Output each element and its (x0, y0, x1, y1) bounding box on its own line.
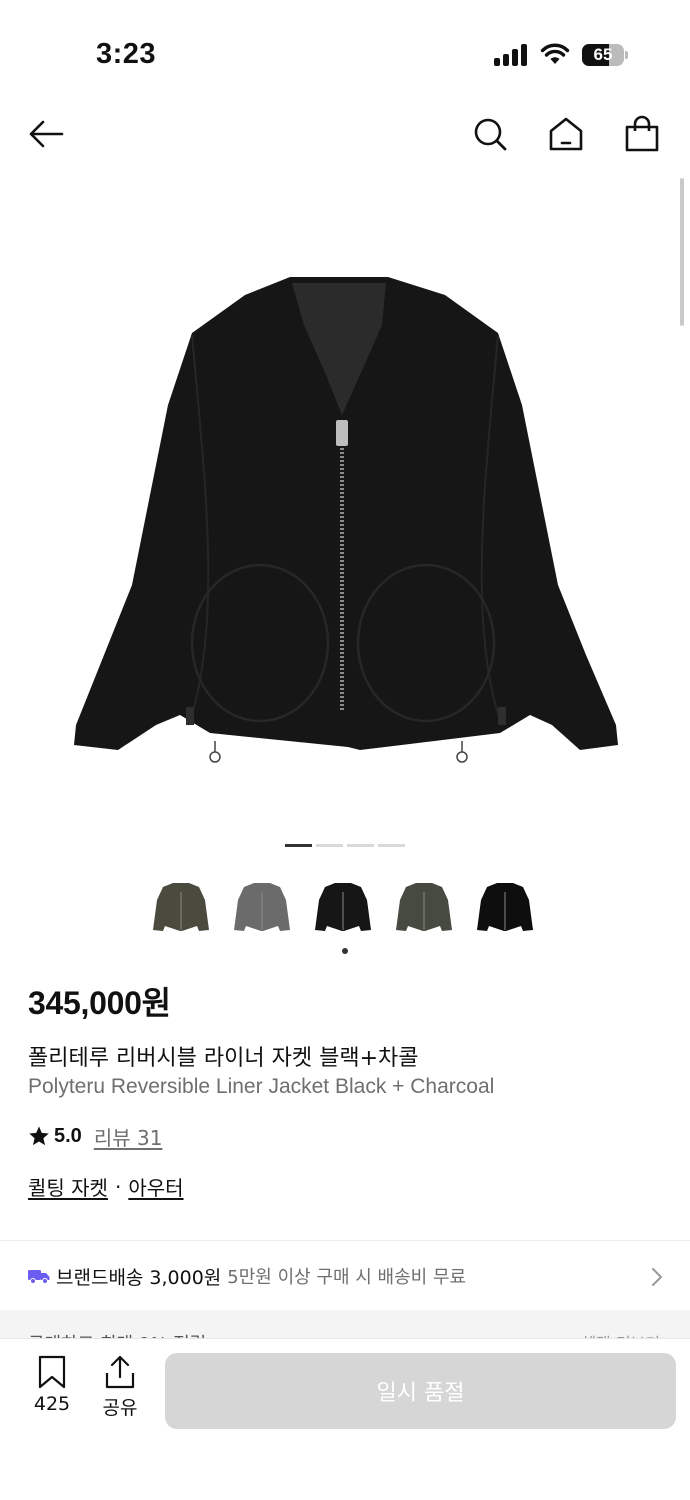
category-breadcrumb: 퀼팅 자켓 · 아우터 (28, 1172, 184, 1201)
carousel-segment (316, 844, 343, 847)
olive-jacket-thumb[interactable] (150, 876, 212, 938)
carousel-segment (347, 844, 374, 847)
jacket-thumb-icon (315, 883, 371, 931)
shipping-fee: 3,000원 (149, 1266, 222, 1289)
jacket-icon (74, 277, 618, 763)
shipping-brand-label: 브랜드배송 (56, 1266, 144, 1289)
category-link-quilted-jacket[interactable]: 퀼팅 자켓 (28, 1172, 108, 1201)
product-image[interactable] (60, 255, 630, 775)
dark-olive-jacket-thumb[interactable] (393, 876, 455, 938)
jacket-thumb-icon (234, 883, 290, 931)
battery-level: 65 (593, 45, 613, 64)
jacket-thumb-icon (477, 883, 533, 931)
shipping-info-row[interactable]: 브랜드배송 3,000원 5만원 이상 구매 시 배송비 무료 (0, 1244, 690, 1308)
carousel-segment (285, 844, 312, 847)
category-link-outer[interactable]: 아우터 (128, 1172, 183, 1201)
jacket-thumb-icon (396, 883, 452, 931)
chevron-right-icon (652, 1268, 662, 1286)
color-options (150, 876, 540, 940)
carousel-segment (378, 844, 405, 847)
black-fleece-jacket-thumb[interactable] (474, 876, 536, 938)
share-icon (105, 1355, 135, 1389)
review-link[interactable]: 리뷰 31 (94, 1122, 163, 1151)
bookmark-button[interactable]: 425 (22, 1355, 82, 1415)
free-shipping-note: 5만원 이상 구매 시 배송비 무료 (227, 1267, 467, 1288)
product-name-korean: 폴리테루 리버시블 라이너 자켓 블랙+차콜 (28, 1046, 419, 1071)
carousel-indicator (285, 844, 405, 848)
benefit-banner-peek: 구매하고 최대 9% 적립 혜택 더보기 (0, 1310, 690, 1340)
black-jacket-thumb[interactable] (312, 876, 374, 938)
product-name-english: Polyteru Reversible Liner Jacket Black +… (28, 1075, 495, 1098)
share-button[interactable]: 공유 (90, 1355, 150, 1420)
charcoal-jacket-thumb[interactable] (231, 876, 293, 938)
bottom-action-bar: 425 공유 일시 품절 (0, 1338, 690, 1500)
top-nav (0, 100, 690, 172)
bookmark-count: 425 (33, 1393, 71, 1415)
bookmark-icon (38, 1355, 66, 1389)
wifi-icon (540, 43, 570, 64)
scrollbar[interactable] (680, 178, 684, 326)
back-arrow-icon[interactable] (26, 114, 66, 154)
rating-row: 5.0 리뷰 31 (28, 1122, 162, 1150)
delivery-truck-icon (28, 1270, 50, 1284)
home-icon[interactable] (546, 114, 586, 154)
battery-icon: 65 (582, 44, 628, 66)
jacket-thumb-icon (153, 883, 209, 931)
shopping-bag-icon[interactable] (622, 114, 662, 154)
share-label: 공유 (102, 1397, 138, 1419)
rating-value: 5.0 (54, 1124, 82, 1147)
divider (0, 1240, 690, 1241)
product-price: 345,000원 (28, 985, 171, 1021)
cellular-signal-icon (494, 44, 530, 66)
color-page-indicator (342, 948, 348, 954)
category-separator: · (114, 1174, 122, 1199)
star-icon (29, 1126, 49, 1146)
status-bar: 3:23 65 (0, 0, 690, 100)
soldout-button[interactable]: 일시 품절 (165, 1353, 676, 1429)
status-time: 3:23 (96, 38, 157, 70)
search-icon[interactable] (470, 114, 510, 154)
